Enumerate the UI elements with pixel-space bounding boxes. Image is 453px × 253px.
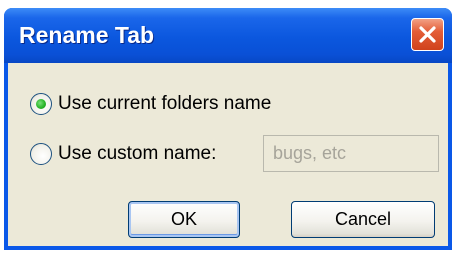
radio-label-custom-name: Use custom name: (58, 143, 217, 164)
radio-button-unchecked[interactable] (30, 143, 52, 165)
close-icon (419, 26, 436, 43)
radio-label-current-folder-name: Use current folders name (58, 93, 272, 114)
dialog-body: Use current folders name Use custom name… (8, 63, 448, 246)
rename-tab-dialog: Rename Tab Use current folders name Use … (4, 8, 452, 250)
dialog-title: Rename Tab (19, 22, 155, 48)
custom-name-input[interactable] (263, 135, 439, 172)
title-bar[interactable]: Rename Tab (4, 8, 452, 63)
radio-button-checked[interactable] (30, 93, 52, 115)
close-button[interactable] (411, 18, 444, 51)
radio-use-current-folder-name[interactable]: Use current folders name (30, 93, 271, 115)
radio-dot (36, 99, 46, 109)
radio-use-custom-name[interactable]: Use custom name: (30, 143, 216, 165)
ok-button[interactable]: OK (128, 201, 240, 238)
cancel-button[interactable]: Cancel (291, 201, 435, 238)
